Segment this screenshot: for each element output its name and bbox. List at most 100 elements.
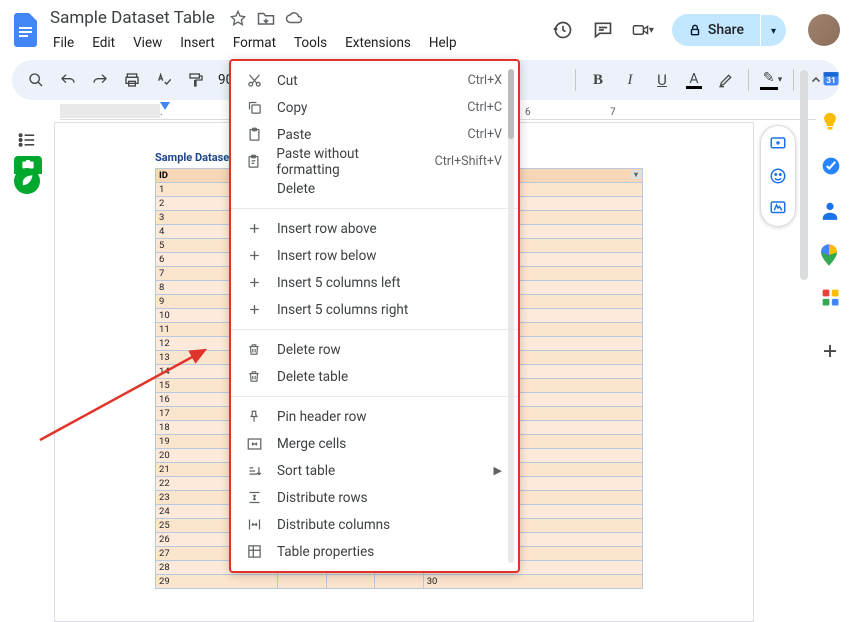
menu-tools[interactable]: Tools bbox=[287, 32, 334, 54]
menu-file[interactable]: File bbox=[46, 32, 81, 54]
table-cell[interactable] bbox=[375, 575, 423, 589]
context-menu-item[interactable]: Paste without formattingCtrl+Shift+V bbox=[231, 148, 518, 175]
context-menu-item[interactable]: Insert row below bbox=[231, 242, 518, 269]
document-title[interactable]: Sample Dataset Table bbox=[46, 6, 219, 30]
outline-icon[interactable] bbox=[13, 126, 41, 154]
get-addons-icon[interactable] bbox=[821, 342, 841, 362]
redo-icon[interactable] bbox=[86, 66, 114, 94]
meet-icon[interactable]: ▾ bbox=[632, 19, 654, 41]
menu-format[interactable]: Format bbox=[226, 32, 283, 54]
toolbar-separator bbox=[575, 69, 576, 91]
context-menu-item[interactable]: Sort table▶ bbox=[231, 457, 518, 484]
undo-icon[interactable] bbox=[54, 66, 82, 94]
menu-edit[interactable]: Edit bbox=[85, 32, 122, 54]
vertical-scrollbar[interactable] bbox=[800, 70, 808, 280]
trash-icon bbox=[245, 368, 263, 386]
suggest-icon[interactable] bbox=[766, 196, 790, 220]
text-color-icon[interactable]: A bbox=[680, 66, 708, 94]
account-avatar[interactable] bbox=[808, 14, 840, 46]
sort-icon bbox=[245, 462, 263, 480]
spellcheck-icon[interactable] bbox=[150, 66, 178, 94]
menu-bar: File Edit View Insert Format Tools Exten… bbox=[46, 32, 464, 54]
addons-icon[interactable] bbox=[821, 288, 841, 308]
tasks-icon[interactable] bbox=[821, 156, 841, 176]
context-menu-label: Distribute columns bbox=[277, 517, 390, 533]
context-menu-item[interactable]: Copy Ctrl+C bbox=[231, 94, 518, 121]
context-menu-label: Copy bbox=[277, 100, 307, 116]
emoji-icon[interactable] bbox=[766, 164, 790, 188]
bold-icon[interactable]: B bbox=[584, 66, 612, 94]
distcol-icon bbox=[245, 516, 263, 534]
shortcut-label: Ctrl+C bbox=[467, 100, 502, 115]
table-cell[interactable]: 29 bbox=[156, 575, 278, 589]
keep-icon[interactable] bbox=[821, 112, 841, 132]
context-menu-item[interactable]: Insert 5 columns right bbox=[231, 296, 518, 323]
context-menu-item[interactable]: Insert row above bbox=[231, 215, 518, 242]
context-menu-label: Paste bbox=[277, 127, 311, 143]
ruler-tick: 7 bbox=[610, 107, 616, 118]
toolbar-separator bbox=[748, 69, 749, 91]
context-menu-item[interactable]: PasteCtrl+V bbox=[231, 121, 518, 148]
context-menu-item[interactable]: Cut Ctrl+X bbox=[231, 67, 518, 94]
distrow-icon bbox=[245, 489, 263, 507]
table-cell[interactable]: 30 bbox=[423, 575, 642, 589]
plus-icon bbox=[245, 301, 263, 319]
context-menu-label: Insert 5 columns right bbox=[277, 302, 408, 318]
context-menu-item[interactable]: Distribute columns bbox=[231, 511, 518, 538]
context-menu-label: Distribute rows bbox=[277, 490, 368, 506]
context-menu-scrollbar[interactable] bbox=[508, 69, 514, 563]
context-menu-item[interactable]: Table properties bbox=[231, 538, 518, 565]
context-menu-item[interactable]: Delete table bbox=[231, 363, 518, 390]
context-menu-item[interactable]: Insert 5 columns left bbox=[231, 269, 518, 296]
context-menu-item[interactable]: Merge cells bbox=[231, 430, 518, 457]
menu-insert[interactable]: Insert bbox=[173, 32, 222, 54]
shortcut-label: Ctrl+X bbox=[468, 73, 502, 88]
shortcut-label: Ctrl+Shift+V bbox=[435, 154, 502, 169]
table-cell[interactable] bbox=[278, 575, 326, 589]
search-menus-icon[interactable] bbox=[22, 66, 50, 94]
indent-marker-icon[interactable] bbox=[160, 102, 170, 110]
svg-text:31: 31 bbox=[826, 76, 836, 86]
menu-help[interactable]: Help bbox=[422, 32, 464, 54]
comments-icon[interactable] bbox=[592, 19, 614, 41]
table-row[interactable]: 29 30 bbox=[156, 575, 643, 589]
paint-format-icon[interactable] bbox=[182, 66, 210, 94]
menu-view[interactable]: View bbox=[126, 32, 169, 54]
context-menu-item[interactable]: Pin header row bbox=[231, 403, 518, 430]
none-icon bbox=[245, 180, 263, 198]
paste-icon bbox=[245, 126, 263, 144]
plus-icon bbox=[245, 274, 263, 292]
context-menu-item[interactable]: Delete row bbox=[231, 336, 518, 363]
editing-mode-icon[interactable]: ✎ ▾ bbox=[757, 66, 785, 94]
context-menu-label: Cut bbox=[277, 73, 298, 89]
cloud-status-icon[interactable] bbox=[285, 9, 303, 27]
table-cell[interactable] bbox=[326, 575, 374, 589]
context-menu-label: Table properties bbox=[277, 544, 374, 560]
move-icon[interactable] bbox=[257, 9, 275, 27]
highlight-icon[interactable] bbox=[712, 66, 740, 94]
context-menu: Cut Ctrl+X Copy Ctrl+C PasteCtrl+VPaste with… bbox=[229, 59, 520, 573]
add-comment-icon[interactable] bbox=[766, 132, 790, 156]
cut-icon bbox=[245, 72, 263, 90]
context-menu-item[interactable]: Delete bbox=[231, 175, 518, 202]
share-button[interactable]: Share bbox=[672, 14, 760, 46]
italic-icon[interactable]: I bbox=[616, 66, 644, 94]
contacts-icon[interactable] bbox=[821, 200, 841, 220]
pastef-icon bbox=[245, 153, 262, 171]
print-icon[interactable] bbox=[118, 66, 146, 94]
docs-logo-icon[interactable] bbox=[12, 12, 40, 48]
context-menu-separator bbox=[231, 208, 518, 209]
menu-extensions[interactable]: Extensions bbox=[338, 32, 418, 54]
underline-icon[interactable]: U bbox=[648, 66, 676, 94]
context-menu-item[interactable]: Distribute rows bbox=[231, 484, 518, 511]
context-menu-label: Merge cells bbox=[277, 436, 346, 452]
context-menu-label: Delete bbox=[277, 181, 315, 197]
history-icon[interactable] bbox=[552, 19, 574, 41]
share-dropdown[interactable]: ▾ bbox=[761, 15, 786, 46]
maps-icon[interactable] bbox=[821, 244, 841, 264]
context-menu-label: Sort table bbox=[277, 463, 335, 479]
side-panel: 31 bbox=[810, 60, 852, 362]
calendar-icon[interactable]: 31 bbox=[821, 68, 841, 88]
evernote-leaf-icon[interactable] bbox=[14, 168, 40, 194]
star-icon[interactable] bbox=[229, 9, 247, 27]
